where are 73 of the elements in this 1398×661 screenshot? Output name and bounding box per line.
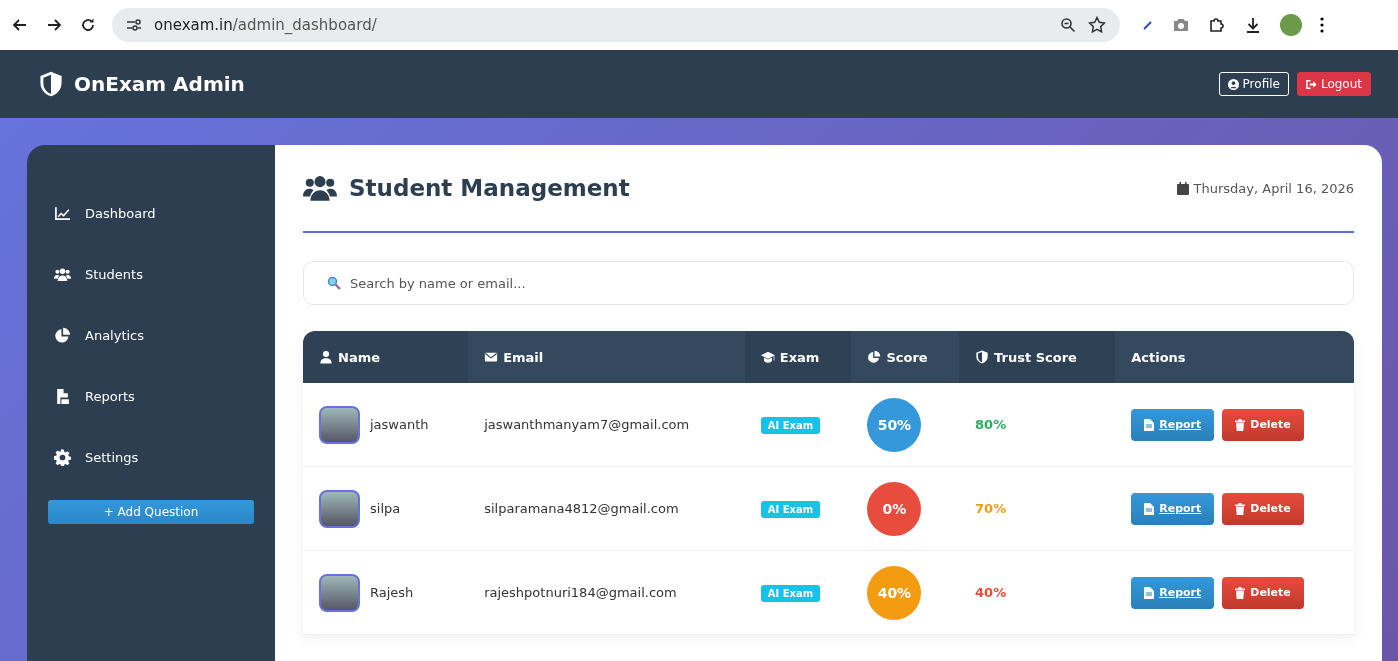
exam-tag: AI Exam (760, 501, 821, 518)
score-circle: 0% (867, 481, 922, 536)
shield-icon (38, 71, 64, 97)
calendar-icon (1176, 181, 1189, 195)
sidebar-item[interactable]: Dashboard (48, 183, 254, 244)
student-name: jaswanth (370, 417, 429, 432)
camera-icon[interactable] (1172, 17, 1190, 33)
file-icon (1144, 502, 1155, 515)
page-title: Student Management (349, 175, 630, 201)
search-field[interactable]: Search by name or email... (303, 261, 1354, 305)
user-icon (319, 350, 333, 364)
download-icon[interactable] (1244, 16, 1262, 34)
address-bar[interactable]: onexam.in/admin_dashboard/ (112, 8, 1120, 42)
logout-button[interactable]: Logout (1296, 72, 1371, 96)
trash-icon (1235, 586, 1246, 599)
site-settings-icon (126, 18, 142, 32)
photo-placeholder (319, 405, 360, 444)
trust-score: 40% (975, 585, 1007, 600)
envelope-icon (484, 350, 499, 364)
column-header: Score (851, 331, 960, 383)
users-icon (54, 266, 71, 283)
exam-tag: AI Exam (760, 417, 821, 434)
report-button[interactable]: Report (1131, 576, 1215, 609)
delete-button[interactable]: Delete (1222, 492, 1304, 525)
pie-chart-icon (54, 327, 71, 344)
score-circle: 40% (867, 565, 922, 620)
current-date: Thursday, April 16, 2026 (1193, 180, 1354, 196)
sidebar-item[interactable]: Analytics (48, 305, 254, 366)
student-email: rajeshpotnuri184@gmail.com (468, 550, 745, 635)
trust-score: 70% (975, 501, 1007, 516)
column-header: Name (303, 331, 469, 383)
student-name: silpa (370, 501, 401, 516)
photo-placeholder (319, 573, 360, 612)
score-circle: 50% (867, 397, 922, 452)
shield-icon (975, 350, 990, 364)
delete-button[interactable]: Delete (1222, 576, 1304, 609)
sidebar-item[interactable]: Settings (48, 427, 254, 488)
exam-tag: AI Exam (760, 585, 821, 602)
trust-score: 80% (975, 417, 1007, 432)
sidebar-item[interactable]: Reports (48, 366, 254, 427)
column-header: Trust Score (959, 331, 1116, 383)
line-chart-icon (54, 205, 71, 222)
add-question-button[interactable]: + Add Question (48, 500, 254, 524)
file-icon (1144, 586, 1155, 599)
trash-icon (1235, 418, 1246, 431)
column-header: Email (468, 331, 745, 383)
star-icon[interactable] (1088, 16, 1106, 34)
pie-chart-icon (867, 350, 882, 364)
sign-out-icon (1305, 78, 1317, 90)
search-icon (327, 276, 341, 290)
menu-icon[interactable] (1320, 17, 1324, 33)
graduation-cap-icon (760, 350, 775, 364)
profile-button[interactable]: Profile (1218, 72, 1289, 96)
student-email: jaswanthmanyam7@gmail.com (468, 383, 745, 467)
delete-button[interactable]: Delete (1222, 408, 1304, 441)
photo-placeholder (319, 489, 360, 528)
brand-title: OnExam Admin (74, 72, 245, 96)
profile-avatar[interactable] (1280, 14, 1302, 36)
report-button[interactable]: Report (1131, 492, 1215, 525)
zoom-out-icon[interactable] (1060, 17, 1076, 33)
pen-icon[interactable] (1142, 19, 1154, 31)
url-text: onexam.in/admin_dashboard/ (154, 16, 378, 34)
column-header: Actions (1115, 331, 1354, 383)
sidebar-item[interactable]: Students (48, 244, 254, 305)
report-button[interactable]: Report (1131, 408, 1215, 441)
gear-icon (54, 449, 71, 466)
student-name: Rajesh (370, 585, 414, 600)
trash-icon (1235, 502, 1246, 515)
column-header: Exam (744, 331, 852, 383)
user-circle-icon (1227, 78, 1239, 90)
student-email: silparamana4812@gmail.com (468, 466, 745, 551)
file-icon (1144, 418, 1155, 431)
puzzle-icon[interactable] (1208, 16, 1226, 34)
